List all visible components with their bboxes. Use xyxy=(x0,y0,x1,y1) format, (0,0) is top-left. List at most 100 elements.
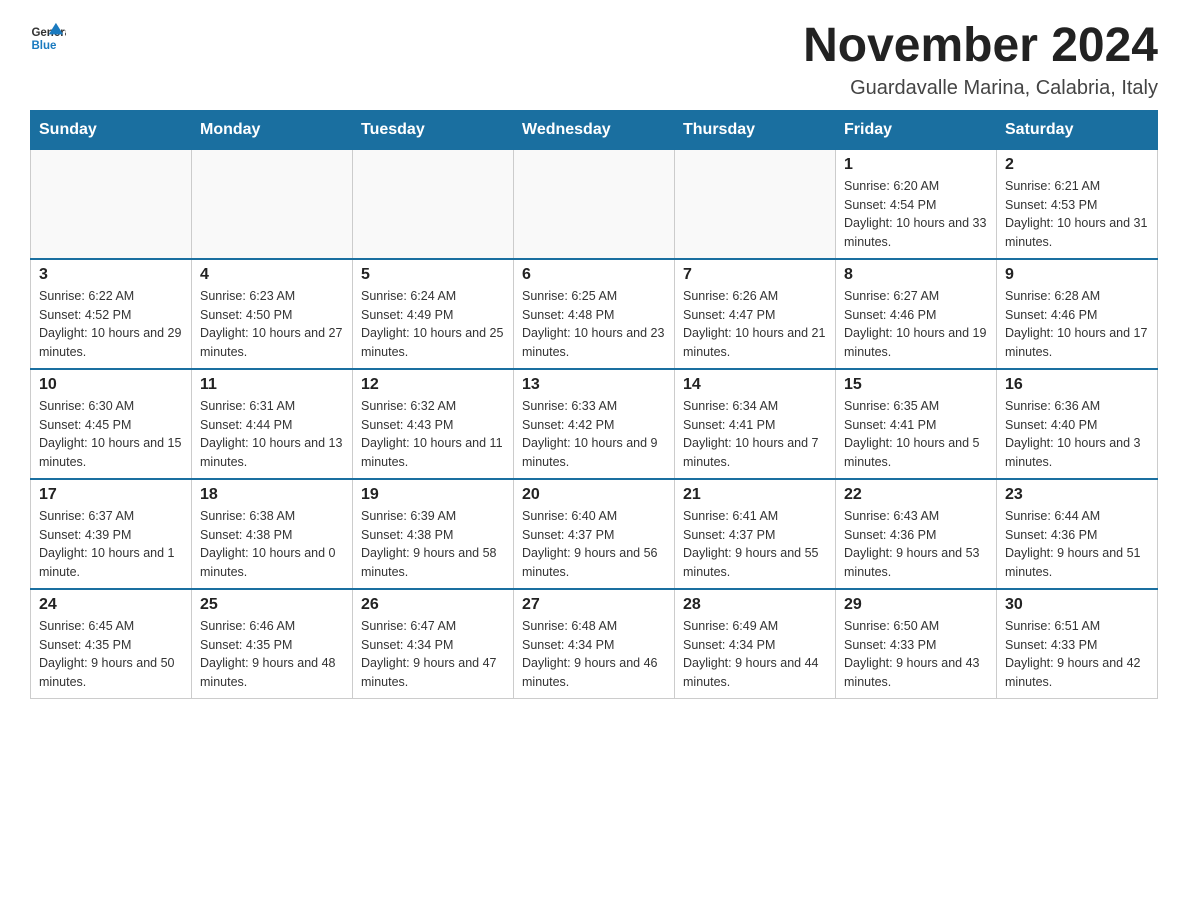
day-info: Sunrise: 6:33 AMSunset: 4:42 PMDaylight:… xyxy=(522,397,666,472)
table-row: 28 Sunrise: 6:49 AMSunset: 4:34 PMDayligh… xyxy=(675,589,836,699)
day-number: 6 xyxy=(522,266,666,284)
day-number: 17 xyxy=(39,486,183,504)
table-row: 24 Sunrise: 6:45 AMSunset: 4:35 PMDayligh… xyxy=(31,589,192,699)
day-number: 2 xyxy=(1005,156,1149,174)
day-number: 21 xyxy=(683,486,827,504)
table-row: 20Sunrise: 6:40 AMSunset: 4:37 PMDayligh… xyxy=(514,479,675,589)
table-row: 19 Sunrise: 6:39 AMSunset: 4:38 PMDayligh… xyxy=(353,479,514,589)
logo-icon: General Blue xyxy=(30,20,66,56)
day-info: Sunrise: 6:21 AMSunset: 4:53 PMDaylight:… xyxy=(1005,177,1149,252)
day-info: Sunrise: 6:34 AMSunset: 4:41 PMDaylight:… xyxy=(683,397,827,472)
table-row: 26Sunrise: 6:47 AMSunset: 4:34 PMDayligh… xyxy=(353,589,514,699)
table-row: 2 Sunrise: 6:21 AMSunset: 4:53 PMDaylight… xyxy=(997,149,1158,259)
header-saturday: Saturday xyxy=(997,110,1158,149)
table-row: 16 Sunrise: 6:36 AMSunset: 4:40 PMDayligh… xyxy=(997,369,1158,479)
calendar-week-row: 3Sunrise: 6:22 AMSunset: 4:52 PMDaylight… xyxy=(31,259,1158,369)
month-title: November 2024 xyxy=(803,20,1158,73)
table-row: 11Sunrise: 6:31 AMSunset: 4:44 PMDayligh… xyxy=(192,369,353,479)
day-number: 13 xyxy=(522,376,666,394)
day-number: 22 xyxy=(844,486,988,504)
day-number: 15 xyxy=(844,376,988,394)
title-block: November 2024 Guardavalle Marina, Calabr… xyxy=(803,20,1158,100)
day-number: 25 xyxy=(200,596,344,614)
day-info: Sunrise: 6:37 AMSunset: 4:39 PMDaylight:… xyxy=(39,507,183,582)
calendar-week-row: 24 Sunrise: 6:45 AMSunset: 4:35 PMDayligh… xyxy=(31,589,1158,699)
calendar-table: Sunday Monday Tuesday Wednesday Thursday… xyxy=(30,110,1158,699)
table-row: 15 Sunrise: 6:35 AMSunset: 4:41 PMDayligh… xyxy=(836,369,997,479)
day-info: Sunrise: 6:41 AMSunset: 4:37 PMDaylight:… xyxy=(683,507,827,582)
day-info: Sunrise: 6:24 AMSunset: 4:49 PMDaylight:… xyxy=(361,287,505,362)
header-sunday: Sunday xyxy=(31,110,192,149)
table-row: 21 Sunrise: 6:41 AMSunset: 4:37 PMDayligh… xyxy=(675,479,836,589)
day-info: Sunrise: 6:46 AMSunset: 4:35 PMDaylight:… xyxy=(200,617,344,692)
day-number: 29 xyxy=(844,596,988,614)
logo: General Blue xyxy=(30,20,66,56)
day-number: 14 xyxy=(683,376,827,394)
header-thursday: Thursday xyxy=(675,110,836,149)
table-row xyxy=(31,149,192,259)
calendar-week-row: 17 Sunrise: 6:37 AMSunset: 4:39 PMDayligh… xyxy=(31,479,1158,589)
day-info: Sunrise: 6:38 AMSunset: 4:38 PMDaylight:… xyxy=(200,507,344,582)
day-number: 4 xyxy=(200,266,344,284)
table-row: 30 Sunrise: 6:51 AMSunset: 4:33 PMDayligh… xyxy=(997,589,1158,699)
day-number: 3 xyxy=(39,266,183,284)
day-info: Sunrise: 6:49 AMSunset: 4:34 PMDaylight:… xyxy=(683,617,827,692)
day-number: 7 xyxy=(683,266,827,284)
location-subtitle: Guardavalle Marina, Calabria, Italy xyxy=(803,77,1158,100)
table-row: 1Sunrise: 6:20 AMSunset: 4:54 PMDaylight… xyxy=(836,149,997,259)
day-info: Sunrise: 6:40 AMSunset: 4:37 PMDaylight:… xyxy=(522,507,666,582)
table-row: 5Sunrise: 6:24 AMSunset: 4:49 PMDaylight… xyxy=(353,259,514,369)
day-number: 16 xyxy=(1005,376,1149,394)
table-row: 8Sunrise: 6:27 AMSunset: 4:46 PMDaylight… xyxy=(836,259,997,369)
day-info: Sunrise: 6:27 AMSunset: 4:46 PMDaylight:… xyxy=(844,287,988,362)
table-row: 4 Sunrise: 6:23 AMSunset: 4:50 PMDaylight… xyxy=(192,259,353,369)
day-info: Sunrise: 6:36 AMSunset: 4:40 PMDaylight:… xyxy=(1005,397,1149,472)
svg-text:Blue: Blue xyxy=(31,40,57,52)
day-number: 24 xyxy=(39,596,183,614)
table-row: 9 Sunrise: 6:28 AMSunset: 4:46 PMDaylight… xyxy=(997,259,1158,369)
day-info: Sunrise: 6:23 AMSunset: 4:50 PMDaylight:… xyxy=(200,287,344,362)
day-info: Sunrise: 6:30 AMSunset: 4:45 PMDaylight:… xyxy=(39,397,183,472)
table-row: 18 Sunrise: 6:38 AMSunset: 4:38 PMDayligh… xyxy=(192,479,353,589)
header-friday: Friday xyxy=(836,110,997,149)
day-info: Sunrise: 6:45 AMSunset: 4:35 PMDaylight:… xyxy=(39,617,183,692)
day-number: 10 xyxy=(39,376,183,394)
calendar-week-row: 10 Sunrise: 6:30 AMSunset: 4:45 PMDayligh… xyxy=(31,369,1158,479)
day-number: 19 xyxy=(361,486,505,504)
table-row: 22 Sunrise: 6:43 AMSunset: 4:36 PMDayligh… xyxy=(836,479,997,589)
day-info: Sunrise: 6:51 AMSunset: 4:33 PMDaylight:… xyxy=(1005,617,1149,692)
day-info: Sunrise: 6:20 AMSunset: 4:54 PMDaylight:… xyxy=(844,177,988,252)
day-info: Sunrise: 6:35 AMSunset: 4:41 PMDaylight:… xyxy=(844,397,988,472)
table-row: 6 Sunrise: 6:25 AMSunset: 4:48 PMDaylight… xyxy=(514,259,675,369)
table-row: 27Sunrise: 6:48 AMSunset: 4:34 PMDayligh… xyxy=(514,589,675,699)
day-info: Sunrise: 6:28 AMSunset: 4:46 PMDaylight:… xyxy=(1005,287,1149,362)
day-number: 26 xyxy=(361,596,505,614)
table-row: 13 Sunrise: 6:33 AMSunset: 4:42 PMDayligh… xyxy=(514,369,675,479)
header-tuesday: Tuesday xyxy=(353,110,514,149)
table-row xyxy=(514,149,675,259)
day-info: Sunrise: 6:39 AMSunset: 4:38 PMDaylight:… xyxy=(361,507,505,582)
header-wednesday: Wednesday xyxy=(514,110,675,149)
day-info: Sunrise: 6:43 AMSunset: 4:36 PMDaylight:… xyxy=(844,507,988,582)
day-info: Sunrise: 6:31 AMSunset: 4:44 PMDaylight:… xyxy=(200,397,344,472)
day-number: 18 xyxy=(200,486,344,504)
table-row xyxy=(675,149,836,259)
table-row xyxy=(353,149,514,259)
day-info: Sunrise: 6:26 AMSunset: 4:47 PMDaylight:… xyxy=(683,287,827,362)
table-row: 25 Sunrise: 6:46 AMSunset: 4:35 PMDayligh… xyxy=(192,589,353,699)
day-info: Sunrise: 6:44 AMSunset: 4:36 PMDaylight:… xyxy=(1005,507,1149,582)
day-number: 9 xyxy=(1005,266,1149,284)
table-row: 3Sunrise: 6:22 AMSunset: 4:52 PMDaylight… xyxy=(31,259,192,369)
table-row: 29Sunrise: 6:50 AMSunset: 4:33 PMDayligh… xyxy=(836,589,997,699)
table-row: 17 Sunrise: 6:37 AMSunset: 4:39 PMDayligh… xyxy=(31,479,192,589)
table-row xyxy=(192,149,353,259)
table-row: 14 Sunrise: 6:34 AMSunset: 4:41 PMDayligh… xyxy=(675,369,836,479)
table-row: 12Sunrise: 6:32 AMSunset: 4:43 PMDayligh… xyxy=(353,369,514,479)
table-row: 10 Sunrise: 6:30 AMSunset: 4:45 PMDayligh… xyxy=(31,369,192,479)
day-number: 30 xyxy=(1005,596,1149,614)
table-row: 23Sunrise: 6:44 AMSunset: 4:36 PMDayligh… xyxy=(997,479,1158,589)
day-info: Sunrise: 6:48 AMSunset: 4:34 PMDaylight:… xyxy=(522,617,666,692)
day-number: 28 xyxy=(683,596,827,614)
day-info: Sunrise: 6:25 AMSunset: 4:48 PMDaylight:… xyxy=(522,287,666,362)
day-headers-row: Sunday Monday Tuesday Wednesday Thursday… xyxy=(31,110,1158,149)
